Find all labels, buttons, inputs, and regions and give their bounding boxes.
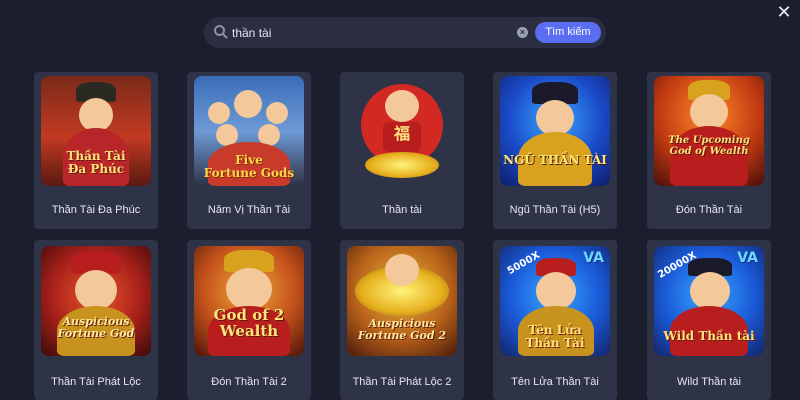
game-grid: Thần Tài Đa Phúc Thần Tài Đa Phúc Five F… (0, 0, 800, 400)
game-name: Wild Thần tài (677, 376, 741, 388)
provider-badge: VA (583, 250, 604, 266)
game-thumbnail: Auspicious Fortune God (41, 246, 151, 356)
game-thumbnail: Five Fortune Gods (194, 76, 304, 186)
game-name: Thần tài (382, 204, 422, 216)
provider-badge: VA (737, 250, 758, 266)
game-card[interactable]: Auspicious Fortune God 2 Thần Tài Phát L… (340, 240, 464, 400)
game-thumbnail: God of 2 Wealth (194, 246, 304, 356)
game-card[interactable]: The Upcoming God of Wealth Đón Thần Tài (647, 72, 771, 229)
game-card[interactable]: Thần Tài Đa Phúc Thần Tài Đa Phúc (34, 72, 158, 229)
game-card[interactable]: Auspicious Fortune God Thần Tài Phát Lộc (34, 240, 158, 400)
game-card[interactable]: 5000X VA Tên Lửa Thần Tài Tên Lửa Thần T… (493, 240, 617, 400)
game-name: Đón Thần Tài (675, 204, 743, 216)
game-name: Thần Tài Đa Phúc (51, 204, 141, 216)
game-name: Thần Tài Phát Lộc 2 (352, 376, 452, 388)
thumbnail-title: Wild Thần tài (663, 329, 755, 343)
thumbnail-title: Thần Tài Đa Phúc (66, 149, 126, 176)
game-name: Đón Thần Tài 2 (211, 376, 287, 388)
game-name: Tên Lửa Thần Tài (511, 376, 599, 388)
game-name: Thần Tài Phát Lộc (51, 376, 141, 388)
thumbnail-title: God of 2 Wealth (213, 306, 285, 340)
game-thumbnail: 5000X VA Tên Lửa Thần Tài (500, 246, 610, 356)
game-thumbnail: 20000X VA Wild Thần tài (654, 246, 764, 356)
game-card[interactable]: 20000X VA Wild Thần tài Wild Thần tài (647, 240, 771, 400)
game-card[interactable]: Five Fortune Gods Năm Vị Thần Tài (187, 72, 311, 229)
thumbnail-title: Auspicious Fortune God (57, 315, 135, 340)
thumbnail-title: Auspicious Fortune God 2 (357, 317, 447, 342)
thumbnail-title: 福 (393, 124, 410, 143)
game-thumbnail: Thần Tài Đa Phúc (41, 76, 151, 186)
game-thumbnail: NGŨ THẦN TÀI (500, 76, 610, 186)
thumbnail-title: The Upcoming God of Wealth (668, 135, 750, 157)
game-thumbnail: Auspicious Fortune God 2 (347, 246, 457, 356)
game-card[interactable]: God of 2 Wealth Đón Thần Tài 2 (187, 240, 311, 400)
game-name: Năm Vị Thần Tài (207, 204, 291, 216)
game-name: Ngũ Thần Tài (H5) (509, 204, 601, 216)
game-card[interactable]: 福 Thần tài (340, 72, 464, 229)
thumbnail-title: Five Fortune Gods (203, 153, 295, 180)
game-thumbnail: The Upcoming God of Wealth (654, 76, 764, 186)
game-card[interactable]: NGŨ THẦN TÀI Ngũ Thần Tài (H5) (493, 72, 617, 229)
game-thumbnail: 福 (347, 76, 457, 186)
thumbnail-title: Tên Lửa Thần Tài (525, 323, 585, 350)
thumbnail-title: NGŨ THẦN TÀI (503, 153, 607, 167)
